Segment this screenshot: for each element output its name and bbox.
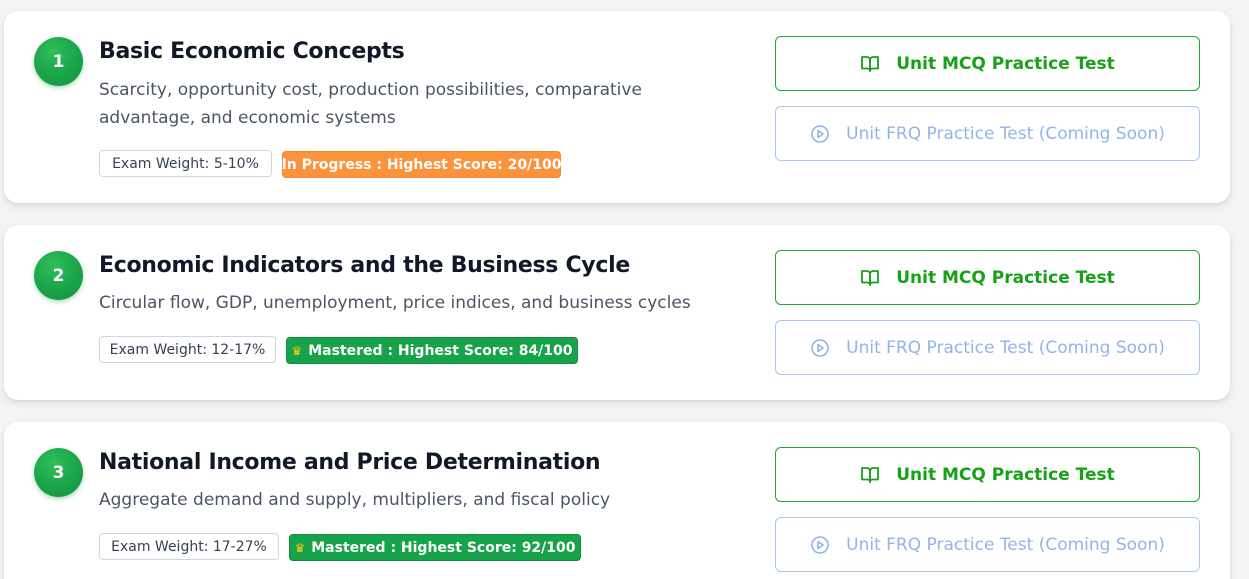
status-badge-label: Mastered : Highest Score: 92/100 bbox=[311, 539, 576, 556]
unit-number-badge: 2 bbox=[34, 251, 83, 300]
unit-number-badge: 1 bbox=[34, 37, 83, 86]
unit-card: 2 Economic Indicators and the Business C… bbox=[4, 225, 1230, 400]
play-circle-icon bbox=[811, 338, 829, 357]
unit-description: Scarcity, opportunity cost, production p… bbox=[99, 80, 642, 128]
unit-card: 1 Basic Economic Concepts Scarcity, oppo… bbox=[4, 11, 1230, 203]
frq-practice-test-button[interactable]: Unit FRQ Practice Test (Coming Soon) bbox=[775, 320, 1200, 375]
frq-button-label: Unit FRQ Practice Test (Coming Soon) bbox=[846, 337, 1165, 358]
mcq-button-label: Unit MCQ Practice Test bbox=[896, 464, 1115, 485]
crown-icon: ♛ bbox=[291, 343, 303, 358]
play-circle-icon bbox=[811, 535, 829, 554]
mcq-practice-test-button[interactable]: Unit MCQ Practice Test bbox=[775, 36, 1200, 91]
frq-practice-test-button[interactable]: Unit FRQ Practice Test (Coming Soon) bbox=[775, 106, 1200, 161]
book-open-icon bbox=[861, 269, 880, 286]
unit-title: Basic Economic Concepts bbox=[99, 39, 405, 64]
status-badge: ♛ Mastered : Highest Score: 84/100 bbox=[286, 337, 578, 364]
status-badge: In Progress : Highest Score: 20/100 bbox=[282, 151, 561, 178]
mcq-practice-test-button[interactable]: Unit MCQ Practice Test bbox=[775, 447, 1200, 502]
unit-number-badge: 3 bbox=[34, 448, 83, 497]
status-badge-label: Mastered : Highest Score: 84/100 bbox=[308, 342, 573, 359]
units-page: 1 Basic Economic Concepts Scarcity, oppo… bbox=[0, 0, 1249, 579]
status-badge: ♛ Mastered : Highest Score: 92/100 bbox=[289, 534, 581, 561]
crown-icon: ♛ bbox=[294, 540, 306, 555]
unit-description: Circular flow, GDP, unemployment, price … bbox=[99, 293, 691, 313]
unit-description: Aggregate demand and supply, multipliers… bbox=[99, 490, 611, 510]
mcq-button-label: Unit MCQ Practice Test bbox=[896, 267, 1115, 288]
book-open-icon bbox=[861, 55, 880, 72]
unit-title: National Income and Price Determination bbox=[99, 450, 601, 475]
unit-card: 3 National Income and Price Determinatio… bbox=[4, 422, 1230, 579]
play-circle-icon bbox=[811, 124, 829, 143]
frq-practice-test-button[interactable]: Unit FRQ Practice Test (Coming Soon) bbox=[775, 517, 1200, 572]
unit-title: Economic Indicators and the Business Cyc… bbox=[99, 253, 630, 278]
exam-weight-tag: Exam Weight: 12-17% bbox=[99, 336, 276, 363]
status-badge-label: In Progress : Highest Score: 20/100 bbox=[281, 156, 562, 173]
mcq-practice-test-button[interactable]: Unit MCQ Practice Test bbox=[775, 250, 1200, 305]
exam-weight-tag: Exam Weight: 5-10% bbox=[99, 150, 272, 177]
book-open-icon bbox=[861, 466, 880, 483]
frq-button-label: Unit FRQ Practice Test (Coming Soon) bbox=[846, 123, 1165, 144]
mcq-button-label: Unit MCQ Practice Test bbox=[896, 53, 1115, 74]
frq-button-label: Unit FRQ Practice Test (Coming Soon) bbox=[846, 534, 1165, 555]
exam-weight-tag: Exam Weight: 17-27% bbox=[99, 533, 279, 560]
